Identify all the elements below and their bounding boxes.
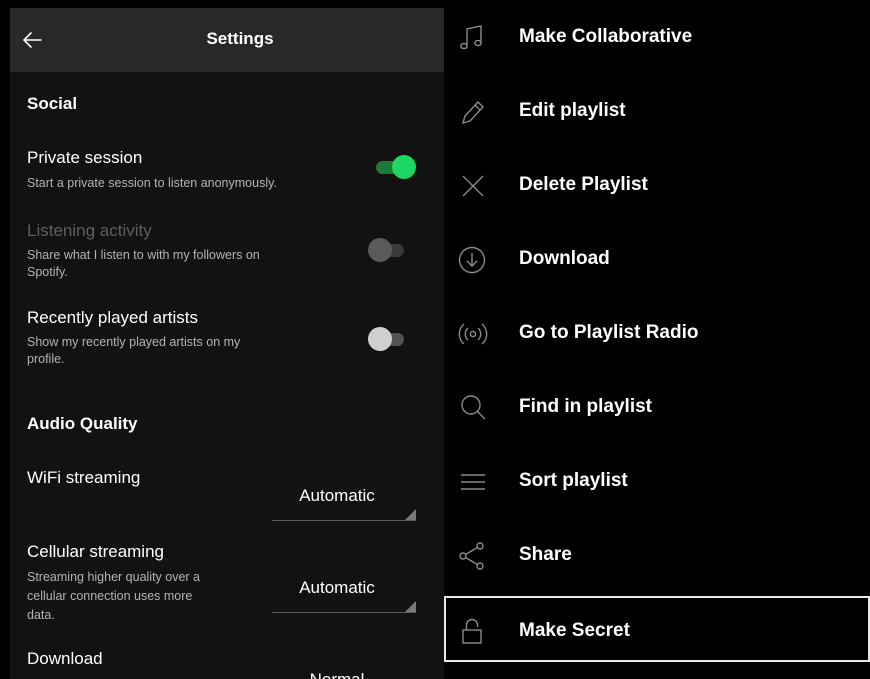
cellular-streaming-value: Automatic	[299, 578, 375, 597]
menu-item-make-collaborative[interactable]: Make Collaborative	[444, 0, 870, 74]
private-session-desc: Start a private session to listen anonym…	[27, 176, 277, 190]
close-icon	[458, 172, 488, 200]
cellular-streaming-desc-line1: Streaming higher quality over a	[27, 570, 201, 584]
recently-played-desc-line1: Show my recently played artists on my	[27, 335, 241, 349]
menu-item-label: Share	[519, 544, 572, 565]
listening-activity-title: Listening activity	[27, 221, 152, 240]
listening-activity-toggle[interactable]	[368, 237, 408, 263]
section-heading-social: Social	[27, 94, 78, 113]
menu-item-edit-playlist[interactable]: Edit playlist	[444, 74, 870, 148]
playlist-options-menu: Make Collaborative Edit playlist Delete …	[444, 0, 870, 679]
dropdown-caret-icon	[405, 601, 416, 612]
menu-item-label: Make Collaborative	[519, 26, 693, 47]
dropdown-caret-icon	[405, 509, 416, 520]
menu-item-sort-playlist[interactable]: Sort playlist	[444, 444, 870, 518]
menu-item-label: Make Secret	[519, 620, 630, 641]
menu-item-label: Sort playlist	[519, 470, 628, 491]
private-session-toggle[interactable]	[376, 154, 416, 180]
listening-activity-desc-line2: Spotify.	[27, 265, 68, 279]
lock-icon	[458, 618, 488, 646]
menu-item-playlist-radio[interactable]: Go to Playlist Radio	[444, 296, 870, 370]
recently-played-title: Recently played artists	[27, 308, 199, 327]
menu-item-label: Download	[519, 248, 610, 269]
settings-header: Settings	[10, 8, 444, 72]
search-icon	[458, 394, 488, 422]
menu-item-download[interactable]: Download	[444, 222, 870, 296]
menu-item-delete-playlist[interactable]: Delete Playlist	[444, 148, 870, 222]
share-icon	[458, 542, 488, 570]
menu-item-label: Go to Playlist Radio	[519, 322, 699, 343]
cellular-streaming-desc-line2: cellular connection uses more	[27, 589, 193, 603]
menu-item-label: Delete Playlist	[519, 174, 648, 195]
recently-played-toggle[interactable]	[368, 326, 408, 352]
sort-icon	[458, 468, 488, 496]
menu-item-make-secret[interactable]: Make Secret	[444, 596, 870, 662]
private-session-title: Private session	[27, 148, 143, 167]
wifi-streaming-value: Automatic	[299, 486, 375, 505]
download-quality-value: Normal	[272, 670, 402, 679]
menu-item-label: Find in playlist	[519, 396, 653, 417]
wifi-streaming-dropdown[interactable]: Automatic	[272, 476, 416, 521]
download-quality-dropdown[interactable]: Normal	[272, 660, 416, 679]
menu-item-find-in-playlist[interactable]: Find in playlist	[444, 370, 870, 444]
download-setting-title: Download	[27, 649, 103, 668]
listening-activity-desc-line1: Share what I listen to with my followers…	[27, 248, 260, 262]
radio-icon	[458, 320, 488, 348]
menu-item-share[interactable]: Share	[444, 518, 870, 592]
cellular-streaming-title: Cellular streaming	[27, 542, 164, 561]
music-note-icon	[458, 24, 488, 52]
recently-played-desc-line2: profile.	[27, 352, 65, 366]
download-icon	[458, 246, 488, 274]
page-title: Settings	[206, 29, 274, 48]
section-heading-audio-quality: Audio Quality	[27, 414, 138, 433]
cellular-streaming-desc-line3: data.	[27, 608, 55, 622]
wifi-streaming-title: WiFi streaming	[27, 468, 141, 487]
cellular-streaming-dropdown[interactable]: Automatic	[272, 568, 416, 613]
settings-panel: Settings Social Private session Start a …	[10, 8, 444, 679]
menu-item-label: Edit playlist	[519, 100, 626, 121]
pencil-icon	[458, 98, 488, 126]
